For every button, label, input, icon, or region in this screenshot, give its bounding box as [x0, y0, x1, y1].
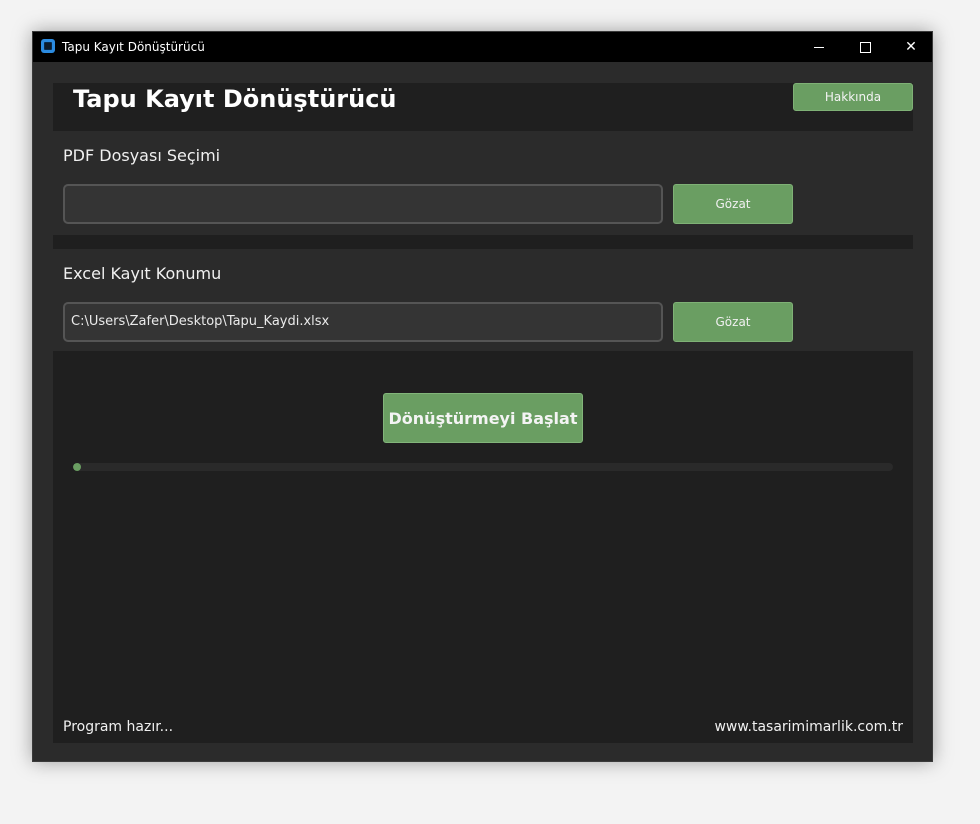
start-conversion-button[interactable]: Dönüştürmeyi Başlat: [383, 393, 583, 443]
excel-section-label: Excel Kayıt Konumu: [63, 264, 222, 283]
section-divider: [53, 235, 913, 249]
app-icon: [41, 39, 55, 53]
about-button[interactable]: Hakkında: [793, 83, 913, 111]
excel-browse-button[interactable]: Gözat: [673, 302, 793, 342]
maximize-icon: [859, 41, 871, 53]
website-link[interactable]: www.tasarimimarlik.com.tr: [714, 719, 903, 735]
minimize-icon: [814, 46, 824, 48]
close-button[interactable]: ✕: [888, 32, 934, 62]
page-title: Tapu Kayıt Dönüştürücü: [73, 85, 397, 113]
maximize-button[interactable]: [842, 32, 888, 62]
app-window: Tapu Kayıt Dönüştürücü ✕ Tapu Kayıt Dönü…: [32, 31, 933, 762]
title-bar[interactable]: Tapu Kayıt Dönüştürücü ✕: [33, 32, 932, 62]
close-icon: ✕: [905, 39, 917, 55]
main-panel: Dönüştürmeyi Başlat Program hazır... www…: [53, 351, 913, 743]
pdf-path-input[interactable]: [63, 184, 663, 224]
status-text: Program hazır...: [63, 719, 174, 735]
pdf-section-label: PDF Dosyası Seçimi: [63, 146, 221, 165]
minimize-button[interactable]: [796, 32, 842, 62]
window-title: Tapu Kayıt Dönüştürücü: [62, 40, 205, 54]
client-area: Tapu Kayıt Dönüştürücü Hakkında PDF Dosy…: [33, 62, 932, 761]
progress-fill: [73, 463, 82, 471]
pdf-browse-button[interactable]: Gözat: [673, 184, 793, 224]
excel-path-input[interactable]: C:\Users\Zafer\Desktop\Tapu_Kaydi.xlsx: [63, 302, 663, 342]
pdf-section: PDF Dosyası Seçimi Gözat: [53, 131, 913, 235]
header-bar: Tapu Kayıt Dönüştürücü Hakkında: [53, 83, 913, 131]
progress-bar: [73, 463, 893, 471]
excel-section: Excel Kayıt Konumu C:\Users\Zafer\Deskto…: [53, 249, 913, 351]
